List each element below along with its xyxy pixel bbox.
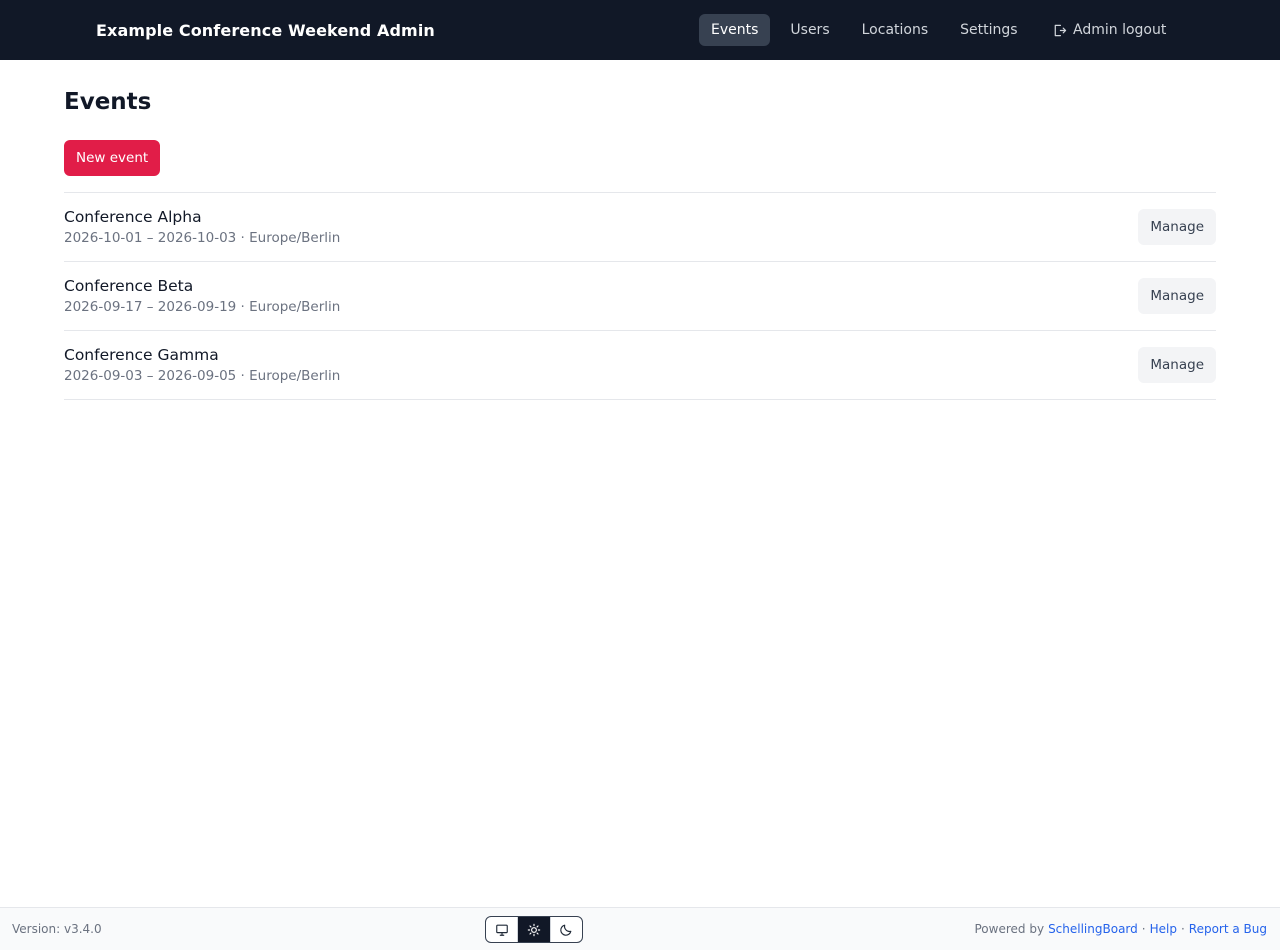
event-row: Conference Beta 2026-09-17 – 2026-09-19 … <box>64 262 1216 331</box>
event-row: Conference Alpha 2026-10-01 – 2026-10-03… <box>64 193 1216 262</box>
footer-links: Powered by SchellingBoard · Help · Repor… <box>975 908 1268 950</box>
moon-icon <box>559 923 573 937</box>
schellingboard-link[interactable]: SchellingBoard <box>1048 922 1138 936</box>
nav-item-locations[interactable]: Locations <box>850 14 941 46</box>
page-title: Events <box>64 89 152 115</box>
event-info: Conference Beta 2026-09-17 – 2026-09-19 … <box>64 276 340 317</box>
manage-button[interactable]: Manage <box>1138 209 1216 245</box>
new-event-button[interactable]: New event <box>64 140 161 176</box>
footer-separator: · <box>1180 922 1185 936</box>
nav-item-settings[interactable]: Settings <box>948 14 1029 46</box>
footer: Version: v3.4.0 Powered by SchellingBoar… <box>0 907 1280 950</box>
event-info: Conference Gamma 2026-09-03 – 2026-09-05… <box>64 345 340 386</box>
nav-item-events[interactable]: Events <box>699 14 771 46</box>
help-link[interactable]: Help <box>1150 922 1177 936</box>
theme-system-button[interactable] <box>486 917 517 942</box>
report-bug-link[interactable]: Report a Bug <box>1189 922 1267 936</box>
theme-dark-button[interactable] <box>549 917 582 942</box>
monitor-icon <box>495 923 509 937</box>
theme-toggle <box>485 916 583 943</box>
event-list: Conference Alpha 2026-10-01 – 2026-10-03… <box>64 192 1216 400</box>
main-content: Events New event Conference Alpha 2026-1… <box>64 60 1216 400</box>
event-dates-timezone: 2026-09-17 – 2026-09-19 · Europe/Berlin <box>64 298 341 315</box>
version-label: Version: v3.4.0 <box>12 922 102 936</box>
event-info: Conference Alpha 2026-10-01 – 2026-10-03… <box>64 207 340 248</box>
footer-separator: · <box>1141 922 1146 936</box>
main-nav: Events Users Locations Settings <box>699 14 1030 46</box>
powered-by-label: Powered by <box>974 922 1045 936</box>
nav-item-users[interactable]: Users <box>778 14 841 46</box>
event-dates-timezone: 2026-10-01 – 2026-10-03 · Europe/Berlin <box>64 229 341 246</box>
logout-icon <box>1052 23 1067 38</box>
event-name: Conference Alpha <box>64 207 202 226</box>
event-name: Conference Gamma <box>64 345 219 364</box>
sun-icon <box>527 923 541 937</box>
event-name: Conference Beta <box>64 276 194 295</box>
event-dates-timezone: 2026-09-03 – 2026-09-05 · Europe/Berlin <box>64 367 341 384</box>
theme-light-button[interactable] <box>517 917 550 942</box>
brand-title[interactable]: Example Conference Weekend Admin <box>96 0 435 60</box>
manage-button[interactable]: Manage <box>1138 347 1216 383</box>
manage-button[interactable]: Manage <box>1138 278 1216 314</box>
admin-logout-button[interactable]: Admin logout <box>1040 14 1178 46</box>
top-navbar: Example Conference Weekend Admin Events … <box>0 0 1280 60</box>
admin-logout-label: Admin logout <box>1073 22 1167 38</box>
event-row: Conference Gamma 2026-09-03 – 2026-09-05… <box>64 331 1216 400</box>
